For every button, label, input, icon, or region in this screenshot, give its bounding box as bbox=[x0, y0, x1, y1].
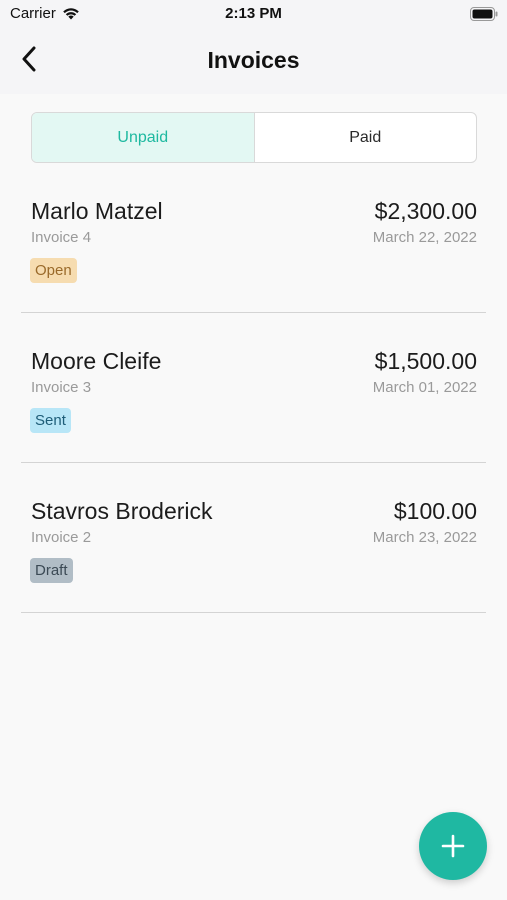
plus-icon bbox=[441, 834, 465, 858]
invoice-number: Invoice 3 bbox=[31, 379, 92, 396]
invoice-amount: $100.00 bbox=[393, 498, 477, 524]
invoice-row[interactable]: Stavros Broderick Invoice 2 $100.00 Marc… bbox=[0, 463, 507, 613]
status-badge: Open bbox=[30, 258, 77, 283]
invoice-amount: $2,300.00 bbox=[374, 198, 477, 224]
status-segmented-control: Unpaid Paid bbox=[31, 112, 477, 163]
status-time: 2:13 PM bbox=[225, 5, 282, 22]
status-badge: Sent bbox=[30, 408, 71, 433]
add-invoice-button[interactable] bbox=[419, 812, 487, 880]
invoice-date: March 23, 2022 bbox=[372, 529, 477, 546]
client-name: Moore Cleife bbox=[31, 348, 162, 374]
invoice-list: Marlo Matzel Invoice 4 $2,300.00 March 2… bbox=[0, 163, 507, 613]
invoice-date: March 22, 2022 bbox=[372, 229, 477, 246]
navigation-bar: Invoices bbox=[0, 28, 507, 94]
battery-icon bbox=[470, 7, 498, 21]
row-divider bbox=[21, 612, 486, 613]
status-badge: Draft bbox=[30, 558, 73, 583]
tab-paid[interactable]: Paid bbox=[253, 113, 477, 162]
invoice-number: Invoice 4 bbox=[31, 229, 92, 246]
client-name: Marlo Matzel bbox=[31, 198, 163, 224]
invoice-date: March 01, 2022 bbox=[372, 379, 477, 396]
invoice-row[interactable]: Marlo Matzel Invoice 4 $2,300.00 March 2… bbox=[0, 163, 507, 313]
page-title: Invoices bbox=[207, 47, 300, 73]
client-name: Stavros Broderick bbox=[31, 498, 213, 524]
invoice-amount: $1,500.00 bbox=[374, 348, 477, 374]
status-bar: Carrier 2:13 PM bbox=[0, 0, 507, 28]
invoice-number: Invoice 2 bbox=[31, 529, 92, 546]
invoice-row[interactable]: Moore Cleife Invoice 3 $1,500.00 March 0… bbox=[0, 313, 507, 463]
tab-unpaid[interactable]: Unpaid bbox=[32, 113, 254, 162]
